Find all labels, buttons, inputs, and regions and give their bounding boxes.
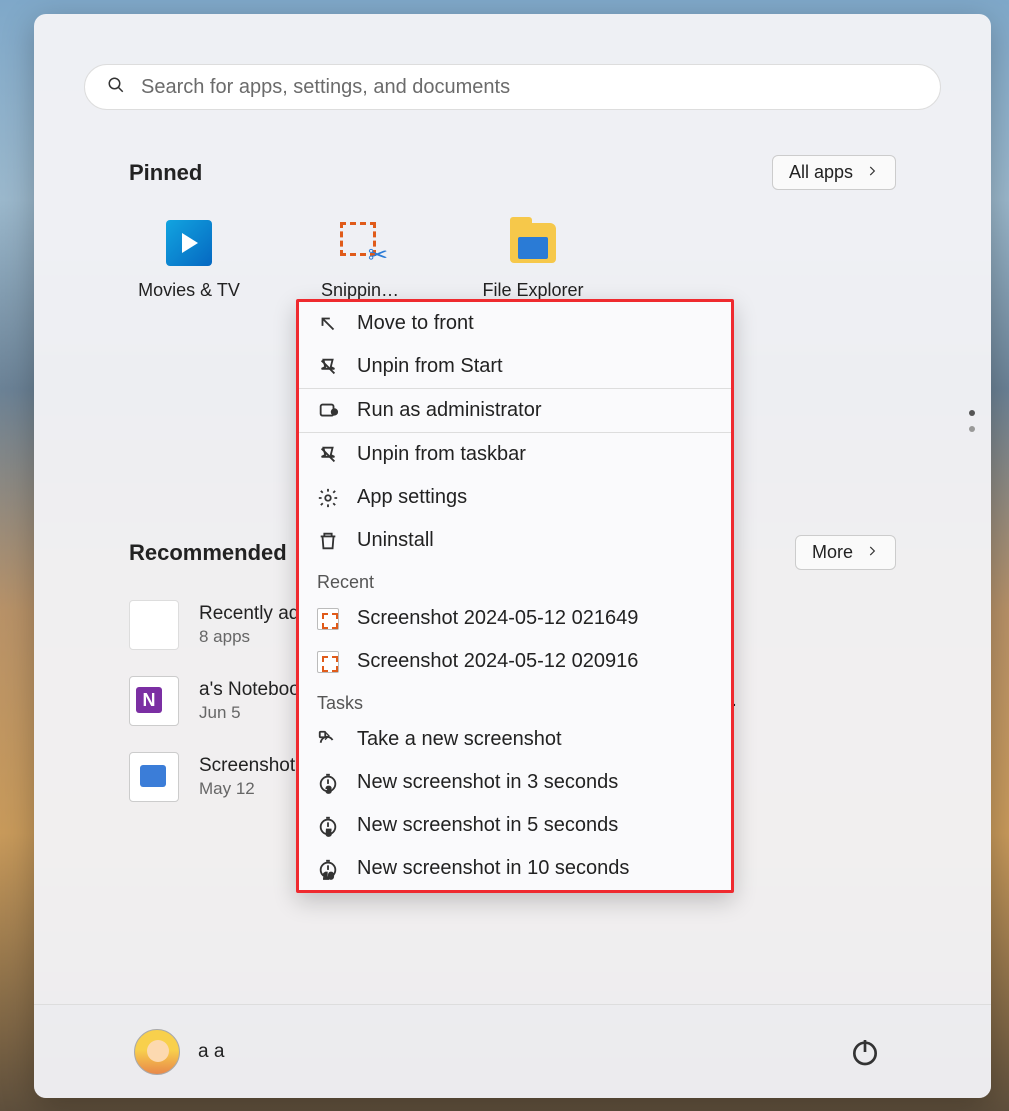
snipping-tool-icon [338,220,384,266]
more-button[interactable]: More [795,535,896,570]
movies-tv-icon [166,220,212,266]
pinned-app-file-explorer[interactable]: File Explorer [473,220,593,301]
onenote-icon [129,676,179,726]
rec-title: a's Notebook [199,679,309,701]
ctx-unpin-from-taskbar[interactable]: Unpin from taskbar [299,433,731,476]
ctx-recent-item[interactable]: Screenshot 2024-05-12 021649 [299,597,731,640]
context-menu: Move to front Unpin from Start Run as ad… [296,299,734,893]
ctx-app-settings[interactable]: App settings [299,476,731,519]
ctx-recent-heading: Recent [299,562,731,597]
ctx-label: New screenshot in 3 seconds [357,771,618,794]
ctx-task-screenshot-3s[interactable]: 3 New screenshot in 3 seconds [299,761,731,804]
search-icon [107,76,125,99]
ctx-unpin-from-start[interactable]: Unpin from Start [299,345,731,388]
ctx-label: Uninstall [357,529,434,552]
image-file-icon [317,651,339,673]
search-input[interactable] [141,76,918,99]
rec-sub: May 12 [199,779,311,799]
svg-text:3: 3 [326,785,331,794]
all-apps-label: All apps [789,162,853,183]
ctx-task-new-screenshot[interactable]: Take a new screenshot [299,718,731,761]
ctx-task-screenshot-10s[interactable]: 10 New screenshot in 10 seconds [299,847,731,890]
chevron-right-icon [865,542,879,563]
ctx-label: Unpin from Start [357,355,503,378]
ctx-uninstall[interactable]: Uninstall [299,519,731,562]
file-explorer-icon [510,220,556,266]
avatar-icon [134,1029,180,1075]
svg-text:10: 10 [323,871,333,880]
ctx-label: New screenshot in 10 seconds [357,857,629,880]
pinned-app-label: File Explorer [482,280,583,301]
ctx-label: Screenshot 2024-05-12 021649 [357,607,638,630]
ctx-label: Screenshot 2024-05-12 020916 [357,650,638,673]
ctx-label: Move to front [357,312,474,335]
pinned-app-movies-tv[interactable]: Movies & TV [129,220,249,301]
ctx-task-screenshot-5s[interactable]: 5 New screenshot in 5 seconds [299,804,731,847]
ctx-label: Unpin from taskbar [357,443,526,466]
power-button[interactable] [849,1036,881,1068]
ctx-label: Run as administrator [357,399,542,422]
image-file-icon [129,752,179,802]
ctx-run-as-admin[interactable]: Run as administrator [299,389,731,432]
ctx-label: App settings [357,486,467,509]
username-label: a a [198,1041,224,1063]
ctx-recent-item[interactable]: Screenshot 2024-05-12 020916 [299,640,731,683]
apps-group-icon [129,600,179,650]
page-dots[interactable] [969,410,975,432]
rec-sub: Jun 5 [199,703,309,723]
ctx-label: Take a new screenshot [357,728,562,751]
all-apps-button[interactable]: All apps [772,155,896,190]
pinned-app-snipping-tool[interactable]: Snipping Tool [301,220,421,301]
pinned-app-label: Movies & TV [138,280,240,301]
svg-text:5: 5 [326,828,331,837]
ctx-label: New screenshot in 5 seconds [357,814,618,837]
start-footer: a a [34,1004,991,1098]
pinned-app-label: Snipping Tool [321,280,401,301]
page-dot[interactable] [969,410,975,416]
recommended-title: Recommended [129,540,287,566]
chevron-right-icon [865,162,879,183]
search-bar-wrap [34,14,991,130]
ctx-move-to-front[interactable]: Move to front [299,302,731,345]
rec-title: Screenshot 2 [199,755,311,777]
search-box[interactable] [84,64,941,110]
pinned-title: Pinned [129,160,202,186]
more-label: More [812,542,853,563]
user-account-button[interactable]: a a [134,1029,224,1075]
ctx-tasks-heading: Tasks [299,683,731,718]
image-file-icon [317,608,339,630]
page-dot[interactable] [969,426,975,432]
